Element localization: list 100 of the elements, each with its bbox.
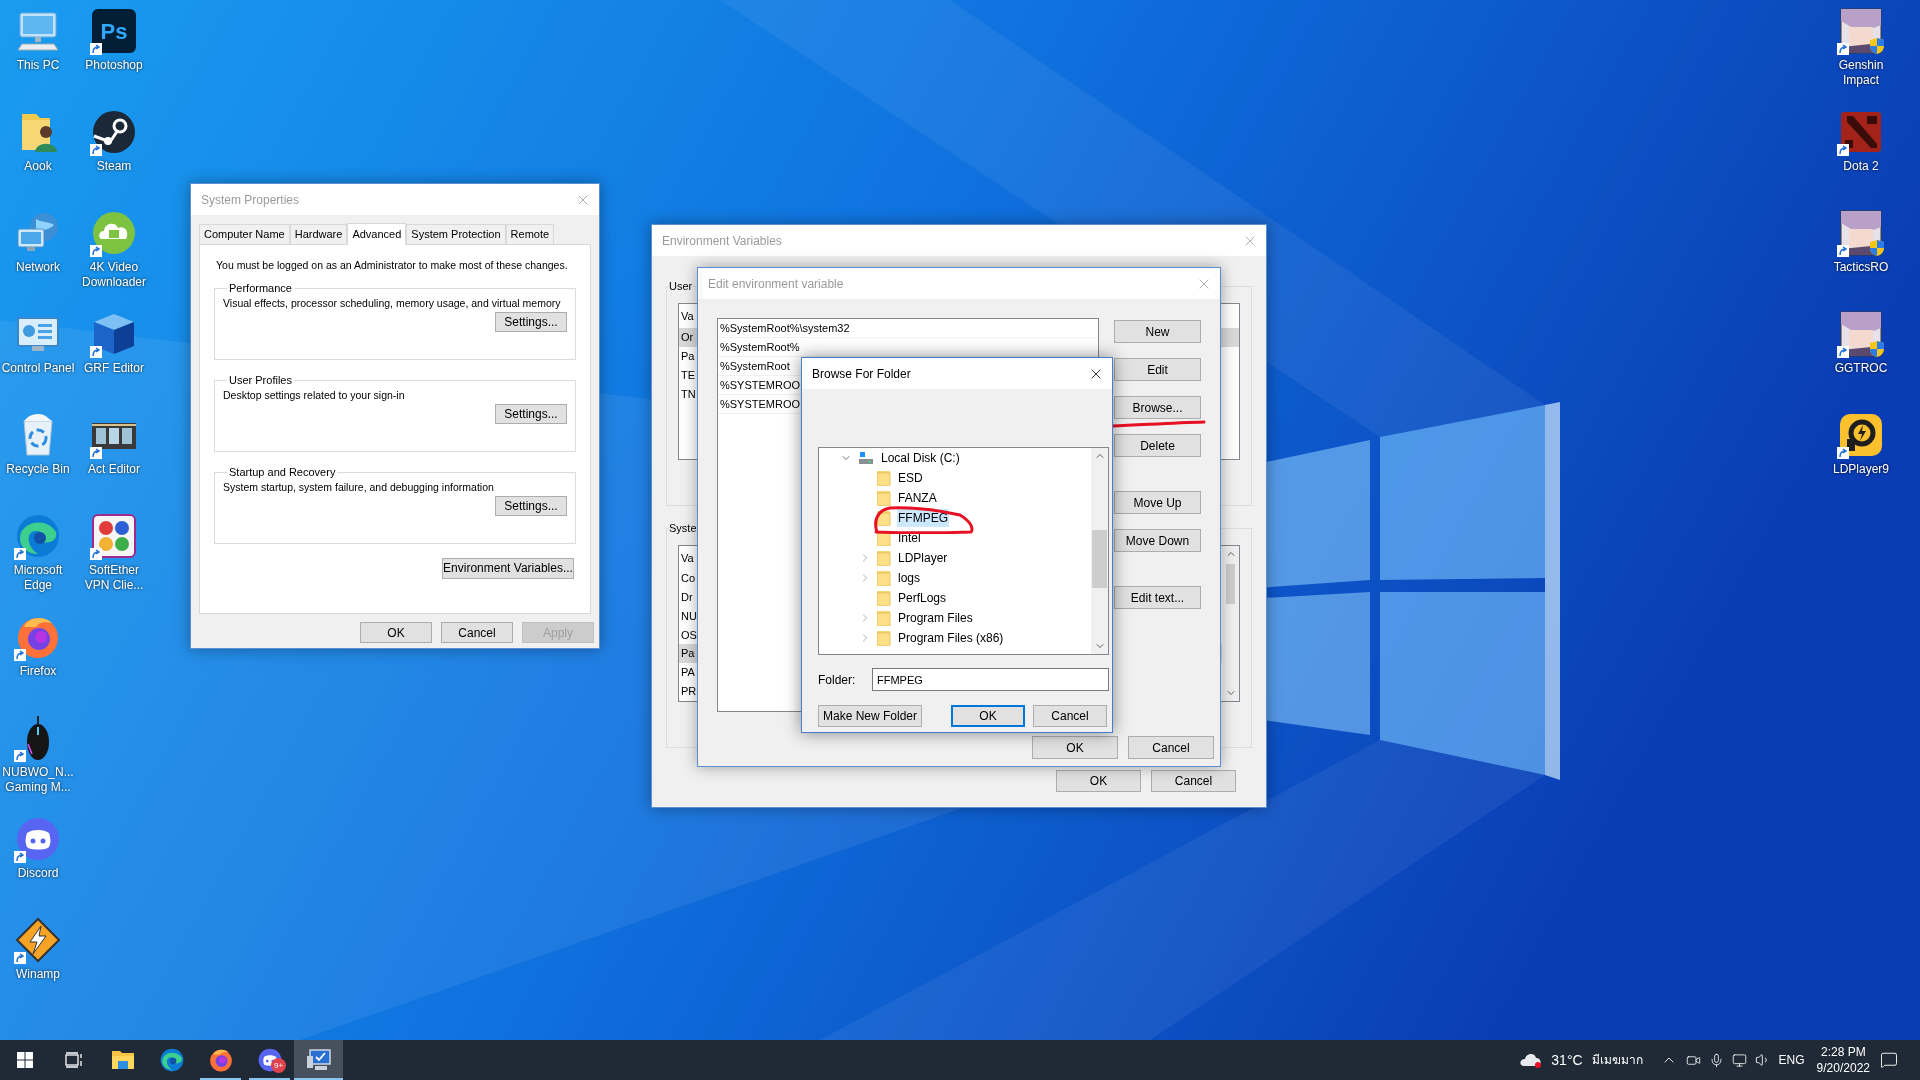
window-title: System Properties <box>201 191 300 209</box>
language-indicator[interactable]: ENG <box>1778 1051 1805 1069</box>
scrollbar-thumb[interactable] <box>1092 530 1107 588</box>
dialog-button[interactable]: Settings... <box>495 496 567 516</box>
tab[interactable]: Hardware <box>289 224 348 244</box>
network-icon[interactable] <box>1731 1052 1747 1068</box>
app-icon[interactable] <box>90 512 138 560</box>
dialog-button[interactable]: Settings... <box>495 312 567 332</box>
group-title: User <box>669 279 693 294</box>
group-title: Startup and Recovery <box>228 464 337 480</box>
task-view-icon[interactable] <box>64 1052 83 1068</box>
folder-label: Folder: <box>818 671 857 689</box>
group-title: Syste <box>669 521 697 536</box>
scrollbar-thumb[interactable] <box>1226 563 1235 604</box>
tree-item[interactable]: Program Files (x86) <box>897 629 1005 647</box>
scrollbar[interactable] <box>1222 545 1239 701</box>
icon-label[interactable]: GGTROC <box>1834 361 1888 376</box>
group-description: Desktop settings related to your sign-in <box>223 388 406 404</box>
browser-icon[interactable] <box>14 512 62 560</box>
player-icon[interactable] <box>1837 411 1885 459</box>
dialog-button[interactable]: Browse... <box>1114 396 1201 419</box>
temperature-text[interactable]: 31°C <box>1551 1049 1583 1071</box>
group-title: User Profiles <box>228 372 293 388</box>
notification-badge: 9+ <box>271 1058 286 1073</box>
dialog-button[interactable]: Cancel <box>1128 736 1214 759</box>
app-icon[interactable] <box>90 108 138 156</box>
dialog-button[interactable]: Settings... <box>495 404 567 424</box>
admin-note: You must be logged on as an Administrator to make most of these changes. <box>216 258 569 273</box>
dialog-button[interactable]: Make New Folder <box>818 705 922 727</box>
list-row-text[interactable]: PA <box>681 664 695 681</box>
clock[interactable]: 2:28 PM 9/20/2022 <box>1816 1044 1870 1076</box>
tree-item[interactable]: ESD <box>897 469 924 487</box>
list-row-text[interactable]: Dr <box>681 589 693 606</box>
column-header: Va <box>681 309 694 325</box>
list-row-text[interactable]: TN <box>681 385 696 403</box>
list-row-text[interactable]: NU <box>681 607 697 625</box>
group-description: Visual effects, processor scheduling, memory usage, and virtual memory <box>223 296 562 312</box>
cloud-icon[interactable] <box>90 209 138 257</box>
folder-icon <box>877 610 891 626</box>
microphone-icon[interactable] <box>1708 1052 1724 1068</box>
folder-icon <box>877 470 891 486</box>
list-row-text[interactable]: Pa <box>681 645 695 662</box>
tree-item[interactable]: logs <box>897 569 921 587</box>
folder-icon <box>877 590 891 606</box>
list-row[interactable]: %SystemRoot%\system32 <box>718 319 1098 338</box>
window-title: Edit environment variable <box>708 275 844 293</box>
dialog-button[interactable]: Edit <box>1114 358 1201 381</box>
tab[interactable]: Advanced <box>347 223 407 245</box>
notification-icon[interactable] <box>1880 1051 1898 1069</box>
tab[interactable]: Remote <box>505 224 555 244</box>
icon-label[interactable]: LDPlayer9 <box>1833 462 1889 477</box>
list-row-text[interactable]: TE <box>681 366 696 384</box>
browser-icon[interactable] <box>158 1047 185 1073</box>
list-row-text[interactable]: PR <box>681 682 697 700</box>
dialog-button[interactable]: OK <box>1032 736 1118 759</box>
dialog-button[interactable]: OK <box>360 622 432 643</box>
folder-icon <box>877 490 891 506</box>
tree-item[interactable]: LDPlayer <box>897 549 949 567</box>
weather-text[interactable]: มีเมฆมาก <box>1591 1051 1643 1069</box>
browser-icon[interactable] <box>207 1047 234 1073</box>
scrollbar[interactable] <box>1091 448 1108 654</box>
dialog-button[interactable]: New <box>1114 320 1201 343</box>
folder-field[interactable]: FFMPEG <box>872 668 1109 691</box>
dialog-button[interactable]: Delete <box>1114 434 1201 457</box>
dialog-button[interactable]: Move Down <box>1114 529 1201 552</box>
drive-icon <box>858 450 874 466</box>
tree-item[interactable]: Local Disk (C:) <box>880 449 961 467</box>
dialog-button[interactable]: Cancel <box>1151 770 1236 792</box>
dialog-button[interactable]: Edit text... <box>1114 586 1201 609</box>
dialog-button[interactable]: OK <box>951 705 1025 727</box>
tree-item[interactable]: FANZA <box>897 489 938 507</box>
tab[interactable]: System Protection <box>406 224 506 244</box>
folder-icon <box>877 630 891 646</box>
icon-label[interactable]: Dota 2 <box>1843 159 1879 174</box>
icon-label[interactable]: Genshin Impact <box>1838 58 1884 88</box>
tab[interactable]: Computer Name <box>199 224 290 244</box>
tree-item[interactable]: Intel <box>897 529 922 547</box>
computer-icon[interactable] <box>305 1048 332 1072</box>
list-row-text[interactable]: Pa <box>681 347 695 365</box>
weather-cloud-icon[interactable] <box>1519 1051 1544 1069</box>
dialog-button[interactable]: Environment Variables... <box>442 557 574 579</box>
group-description: System startup, system failure, and debugging information <box>223 480 495 496</box>
dialog-button[interactable]: OK <box>1056 770 1141 792</box>
icon-label[interactable]: TacticsRO <box>1833 260 1889 275</box>
dialog-button[interactable]: Cancel <box>1033 705 1107 727</box>
folder-icon[interactable] <box>110 1049 135 1071</box>
column-header: Va <box>681 551 694 567</box>
tree-item[interactable]: PerfLogs <box>897 589 948 607</box>
tree-item[interactable]: Program Files <box>897 609 974 627</box>
folder-icon <box>877 570 891 586</box>
lightning-icon[interactable] <box>14 916 62 964</box>
list-row-text[interactable]: Or <box>681 328 694 346</box>
dialog-button[interactable]: Move Up <box>1114 491 1201 514</box>
app-icon[interactable]: Ps <box>92 9 136 53</box>
window-title: Environment Variables <box>662 232 782 250</box>
list-row-text[interactable]: Co <box>681 570 696 587</box>
windows-logo-icon[interactable] <box>16 1052 33 1068</box>
list-row-text[interactable]: OS <box>681 626 697 644</box>
dialog-button[interactable]: Cancel <box>441 622 513 643</box>
window-title: Browse For Folder <box>812 365 911 383</box>
